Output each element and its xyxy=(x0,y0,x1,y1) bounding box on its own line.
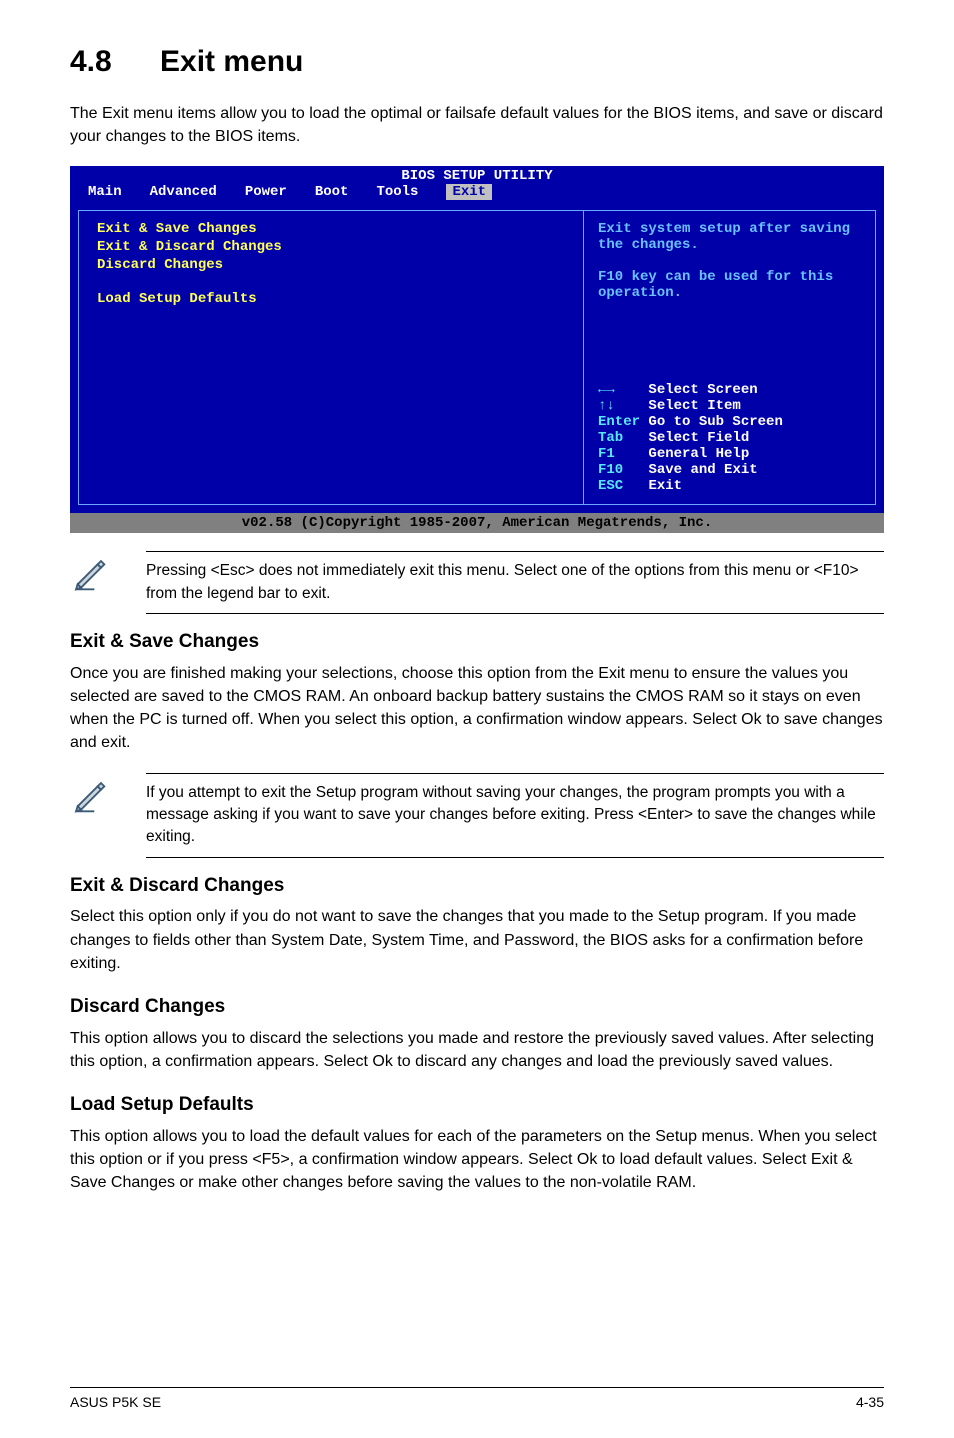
nav-key-tab: Tab xyxy=(598,430,623,446)
nav-label-select-field: Select Field xyxy=(648,430,749,446)
intro-paragraph: The Exit menu items allow you to load th… xyxy=(70,102,884,148)
page-footer: ASUS P5K SE 4-35 xyxy=(70,1387,884,1412)
nav-label-exit: Exit xyxy=(648,478,682,494)
bios-item-discard[interactable]: Discard Changes xyxy=(97,257,583,273)
bios-tab-power[interactable]: Power xyxy=(245,184,287,200)
nav-label-sub-screen: Go to Sub Screen xyxy=(648,414,782,430)
bios-panel: BIOS SETUP UTILITY Main Advanced Power B… xyxy=(70,166,884,533)
heading-number: 4.8 xyxy=(70,40,160,84)
page-heading: 4.8Exit menu xyxy=(70,40,884,84)
section-body-load-defaults: This option allows you to load the defau… xyxy=(70,1125,884,1195)
bios-tab-advanced[interactable]: Advanced xyxy=(150,184,217,200)
bios-tab-boot[interactable]: Boot xyxy=(315,184,349,200)
nav-key-arrows-lr: ←→ xyxy=(598,382,615,398)
pencil-icon xyxy=(70,773,112,813)
nav-key-f1: F1 xyxy=(598,446,615,462)
nav-key-esc: ESC xyxy=(598,478,623,494)
nav-key-arrows-ud: ↑↓ xyxy=(598,398,615,414)
footer-left: ASUS P5K SE xyxy=(70,1392,161,1412)
bios-tab-exit[interactable]: Exit xyxy=(446,184,492,200)
bios-tab-main[interactable]: Main xyxy=(88,184,122,200)
bios-nav-help: ←→ Select Screen ↑↓ Select Item Enter Go… xyxy=(598,382,863,495)
bios-body: Exit & Save Changes Exit & Discard Chang… xyxy=(70,202,884,513)
bios-right-pane: Exit system setup after saving the chang… xyxy=(583,210,876,505)
bios-menubar: Main Advanced Power Boot Tools Exit xyxy=(70,184,884,202)
bios-footer: v02.58 (C)Copyright 1985-2007, American … xyxy=(70,513,884,533)
bios-tab-tools[interactable]: Tools xyxy=(376,184,418,200)
bios-title: BIOS SETUP UTILITY xyxy=(70,166,884,184)
section-title-discard: Discard Changes xyxy=(70,993,884,1021)
bios-item-exit-discard[interactable]: Exit & Discard Changes xyxy=(97,239,583,255)
section-title-exit-save: Exit & Save Changes xyxy=(70,628,884,656)
section-title-load-defaults: Load Setup Defaults xyxy=(70,1091,884,1119)
section-body-exit-save: Once you are finished making your select… xyxy=(70,662,884,755)
heading-title: Exit menu xyxy=(160,45,303,78)
footer-right: 4-35 xyxy=(856,1392,884,1412)
note-2-text: If you attempt to exit the Setup program… xyxy=(146,773,884,858)
note-1-text: Pressing <Esc> does not immediately exit… xyxy=(146,551,884,614)
bios-help-text: Exit system setup after saving the chang… xyxy=(598,221,863,301)
bios-left-pane: Exit & Save Changes Exit & Discard Chang… xyxy=(78,210,583,505)
section-title-exit-discard: Exit & Discard Changes xyxy=(70,872,884,900)
pencil-icon xyxy=(70,551,112,591)
nav-label-select-item: Select Item xyxy=(648,398,740,414)
section-body-discard: This option allows you to discard the se… xyxy=(70,1027,884,1073)
note-1: Pressing <Esc> does not immediately exit… xyxy=(70,551,884,614)
section-body-exit-discard: Select this option only if you do not wa… xyxy=(70,905,884,975)
nav-label-select-screen: Select Screen xyxy=(648,382,757,398)
nav-key-f10: F10 xyxy=(598,462,623,478)
bios-gap xyxy=(97,275,583,289)
bios-item-load-defaults[interactable]: Load Setup Defaults xyxy=(97,291,583,307)
nav-label-save-exit: Save and Exit xyxy=(648,462,757,478)
note-2: If you attempt to exit the Setup program… xyxy=(70,773,884,858)
nav-label-general-help: General Help xyxy=(648,446,749,462)
nav-key-enter: Enter xyxy=(598,414,640,430)
bios-item-exit-save[interactable]: Exit & Save Changes xyxy=(97,221,583,237)
